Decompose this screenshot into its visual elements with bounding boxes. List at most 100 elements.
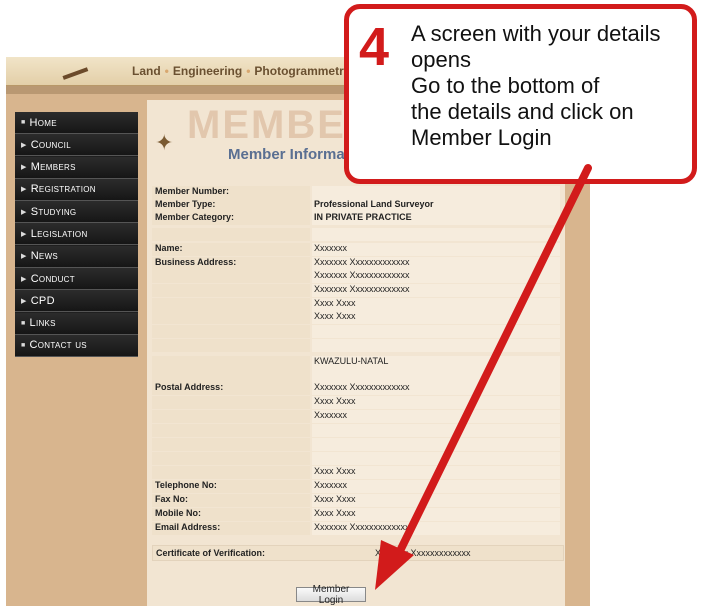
nav-item-studying[interactable]: ▶ Studying xyxy=(15,201,138,224)
page-subtitle: Member Informatio xyxy=(228,146,364,163)
certificate-row: Certificate of Verification: Xxxxxxx Xxx… xyxy=(152,545,564,561)
triangle-right-icon: ▶ xyxy=(21,208,27,216)
callout-text: A screen with your details opens Go to t… xyxy=(411,21,661,150)
cell-bg xyxy=(152,438,310,451)
certificate-value: Xxxxxxx Xxxxxxxxxxxxx xyxy=(375,548,471,558)
postal-address-line: Xxxx Xxxx xyxy=(314,396,356,406)
nav-item-links[interactable]: ■ Links xyxy=(15,312,138,335)
cell-bg xyxy=(152,410,310,423)
certificate-label: Certificate of Verification: xyxy=(156,548,266,558)
postal-address-line: Xxxxxxx xyxy=(314,410,348,420)
table-row: KWAZULU-NATAL xyxy=(152,356,560,369)
business-address-line: Xxxx Xxxx xyxy=(314,311,356,321)
step-number: 4 xyxy=(359,17,390,77)
nav-label: Studying xyxy=(30,205,77,218)
cell-bg xyxy=(312,243,560,256)
cell-bg xyxy=(312,325,560,338)
cell-bg xyxy=(312,480,560,493)
tagline-separator: • xyxy=(246,64,251,78)
email-label: Email Address: xyxy=(155,522,221,532)
tagline-item: Engineering xyxy=(172,64,243,78)
table-row: Xxxx Xxxx xyxy=(152,396,560,409)
table-row: Xxxx Xxxx xyxy=(152,298,560,311)
table-row: Xxxx Xxxx xyxy=(152,466,560,479)
cell-bg xyxy=(152,452,310,465)
cell-bg xyxy=(312,438,560,451)
square-bullet-icon: ■ xyxy=(21,341,26,349)
province-value: KWAZULU-NATAL xyxy=(314,356,389,366)
nav-label: Registration xyxy=(30,183,96,196)
name-value: Xxxxxxx xyxy=(314,243,348,253)
cell-bg xyxy=(152,369,310,382)
table-row: Xxxxxxx Xxxxxxxxxxxxx xyxy=(152,284,560,297)
member-category-label: Member Category: xyxy=(155,212,235,222)
cell-bg xyxy=(152,284,310,297)
mobile-label: Mobile No: xyxy=(155,508,201,518)
cell-bg xyxy=(152,356,310,369)
table-row xyxy=(152,438,560,451)
business-address-line: Xxxxxxx Xxxxxxxxxxxxx xyxy=(314,284,410,294)
nav-item-registration[interactable]: ▶ Registration xyxy=(15,178,138,201)
nav-label: Conduct xyxy=(30,272,75,285)
nav-item-legislation[interactable]: ▶ Legislation xyxy=(15,223,138,246)
name-label: Name: xyxy=(155,243,183,253)
table-row xyxy=(152,369,560,382)
member-login-button[interactable]: Member Login xyxy=(296,584,366,606)
postal-address-line: Xxxx Xxxx xyxy=(314,466,356,476)
nav-label: Contact us xyxy=(29,339,87,352)
table-row: Email Address: Xxxxxxx Xxxxxxxxxxxxx xyxy=(152,522,560,535)
nav-label: Links xyxy=(29,317,56,330)
triangle-right-icon: ▶ xyxy=(21,297,27,305)
table-row xyxy=(152,325,560,338)
fax-label: Fax No: xyxy=(155,494,189,504)
member-type-value: Professional Land Surveyor xyxy=(314,199,434,209)
postal-address-line: Xxxxxxx Xxxxxxxxxxxxx xyxy=(314,382,410,392)
business-address-line: Xxxxxxx Xxxxxxxxxxxxx xyxy=(314,270,410,280)
business-address-line: Xxxx Xxxx xyxy=(314,298,356,308)
triangle-right-icon: ▶ xyxy=(21,230,27,238)
table-row: Xxxxxxx xyxy=(152,410,560,423)
triangle-right-icon: ▶ xyxy=(21,141,27,149)
nav-item-contact[interactable]: ■ Contact us xyxy=(15,334,138,357)
nav-item-cpd[interactable]: ▶ CPD xyxy=(15,290,138,313)
nav-label: Members xyxy=(30,161,76,174)
table-row: Member Type: Professional Land Surveyor xyxy=(152,199,560,212)
table-row: Member Category: IN PRIVATE PRACTICE xyxy=(152,212,560,225)
nav-item-home[interactable]: ■ Home xyxy=(15,112,138,134)
business-address-label: Business Address: xyxy=(155,257,237,267)
nav-label: Council xyxy=(30,138,71,151)
member-category-value: IN PRIVATE PRACTICE xyxy=(314,212,412,222)
table-row xyxy=(152,424,560,437)
cell-bg xyxy=(152,396,310,409)
surveyor-emblem-icon: ✦ xyxy=(155,130,174,155)
cell-bg xyxy=(152,311,310,324)
cell-bg xyxy=(312,339,560,352)
tagline-item: Land xyxy=(132,64,161,78)
cell-bg xyxy=(312,228,560,241)
email-value: Xxxxxxx Xxxxxxxxxxxxx xyxy=(314,522,410,532)
nav-item-members[interactable]: ▶ Members xyxy=(15,156,138,179)
cell-bg xyxy=(312,186,560,199)
cell-bg xyxy=(312,452,560,465)
table-row xyxy=(152,228,560,241)
business-address-line: Xxxxxxx Xxxxxxxxxxxxx xyxy=(314,257,410,267)
cell-bg xyxy=(152,298,310,311)
cell-bg xyxy=(152,424,310,437)
nav-item-council[interactable]: ▶ Council xyxy=(15,134,138,157)
triangle-right-icon: ▶ xyxy=(21,275,27,283)
nav-item-conduct[interactable]: ▶ Conduct xyxy=(15,268,138,291)
table-row: Member Number: xyxy=(152,186,560,199)
sidebar-nav: ■ Home ▶ Council ▶ Members ▶ Registration ▶ S… xyxy=(15,112,138,357)
cell-bg xyxy=(152,466,310,479)
cell-bg xyxy=(152,228,310,241)
telephone-label: Telephone No: xyxy=(155,480,217,490)
mobile-value: Xxxx Xxxx xyxy=(314,508,356,518)
square-bullet-icon: ■ xyxy=(21,119,26,126)
table-row: Xxxxxxx Xxxxxxxxxxxxx xyxy=(152,270,560,283)
nav-item-news[interactable]: ▶ News xyxy=(15,245,138,268)
triangle-right-icon: ▶ xyxy=(21,186,27,194)
tagline-item: Photogrammetr xyxy=(254,64,344,78)
nav-label: Legislation xyxy=(30,227,88,240)
table-row: Telephone No: Xxxxxxx xyxy=(152,480,560,493)
cell-bg xyxy=(312,369,560,382)
